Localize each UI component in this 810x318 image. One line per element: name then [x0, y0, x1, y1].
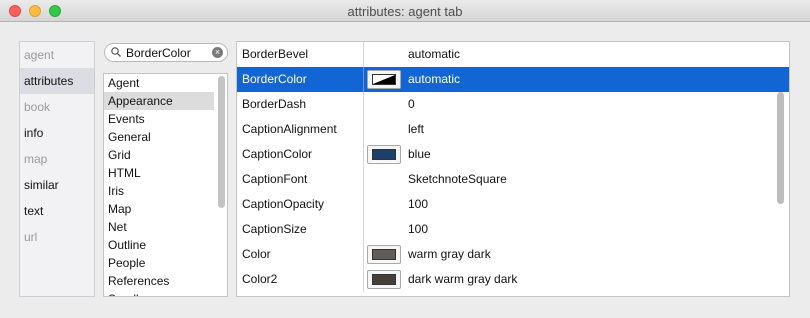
attribute-row[interactable]: CaptionAlignment left — [237, 117, 789, 142]
attribute-name: Color2 — [242, 272, 278, 286]
attribute-table-scrollbar[interactable] — [777, 92, 784, 204]
tab-text[interactable]: text — [20, 198, 94, 224]
window-title: attributes: agent tab — [347, 4, 463, 19]
attribute-value[interactable]: blue — [408, 142, 431, 167]
attribute-name: BorderDash — [242, 97, 307, 111]
color-swatch — [372, 149, 396, 160]
color-well[interactable] — [367, 245, 401, 264]
attributes-window: attributes: agent tab agent attributes boo… — [0, 0, 810, 318]
color-well[interactable] — [367, 270, 401, 289]
category-item[interactable]: General — [104, 128, 214, 146]
title-bar[interactable]: attributes: agent tab — [0, 0, 810, 22]
attribute-row[interactable]: CaptionSize 100 — [237, 217, 789, 242]
column-divider — [363, 267, 364, 292]
attribute-row[interactable]: Color2 dark warm gray dark — [237, 267, 789, 292]
category-item[interactable]: HTML — [104, 164, 214, 182]
attribute-value[interactable]: SketchnoteSquare — [408, 167, 507, 192]
attribute-name: CaptionOpacity — [242, 197, 325, 211]
attribute-value[interactable]: automatic — [408, 42, 460, 67]
attribute-name: BorderColor — [242, 72, 307, 86]
tab-book[interactable]: book — [20, 94, 94, 120]
tab-attributes[interactable]: attributes — [20, 68, 94, 94]
attribute-name: CaptionAlignment — [242, 122, 337, 136]
inspector-tab-list: agent attributes book info map similar text url — [19, 41, 95, 297]
color-swatch — [372, 274, 396, 285]
column-divider — [363, 42, 364, 67]
attribute-name: BorderBevel — [242, 47, 309, 61]
color-well[interactable] — [367, 145, 401, 164]
column-divider — [363, 167, 364, 192]
color-well[interactable] — [367, 70, 401, 89]
attribute-row[interactable]: CaptionFont SketchnoteSquare — [237, 167, 789, 192]
column-divider — [363, 92, 364, 117]
attribute-name: CaptionColor — [242, 147, 313, 161]
category-item[interactable]: Agent — [104, 74, 214, 92]
category-item[interactable]: References — [104, 272, 214, 290]
attribute-row[interactable]: BorderColor automatic — [237, 67, 789, 92]
attribute-row[interactable]: BorderDash 0 — [237, 92, 789, 117]
attribute-name: Color — [242, 247, 271, 261]
attribute-row[interactable]: BorderBevel automatic — [237, 42, 789, 67]
column-divider — [363, 192, 364, 217]
column-divider — [363, 142, 364, 167]
attribute-name: CaptionSize — [242, 222, 307, 236]
column-divider — [363, 217, 364, 242]
category-item[interactable]: Map — [104, 200, 214, 218]
category-item[interactable]: Outline — [104, 236, 214, 254]
category-list-scrollbar[interactable] — [218, 76, 225, 208]
search-icon — [111, 47, 121, 57]
category-item[interactable]: People — [104, 254, 214, 272]
category-item[interactable]: Appearance — [104, 92, 214, 110]
attribute-value[interactable]: 100 — [408, 192, 428, 217]
category-item[interactable]: Iris — [104, 182, 214, 200]
attribute-row[interactable]: CaptionColor blue — [237, 142, 789, 167]
column-divider — [363, 117, 364, 142]
clear-search-icon[interactable]: × — [212, 47, 223, 58]
column-divider — [363, 242, 364, 267]
attribute-value[interactable]: 0 — [408, 92, 415, 117]
tab-url[interactable]: url — [20, 224, 94, 250]
attribute-table: Color2 dark warm gray dark Color warm gray … — [236, 41, 790, 297]
attribute-value[interactable]: warm gray dark — [408, 242, 491, 267]
tab-similar[interactable]: similar — [20, 172, 94, 198]
attribute-value[interactable]: left — [408, 117, 424, 142]
attribute-value[interactable]: 100 — [408, 217, 428, 242]
color-swatch — [372, 249, 396, 260]
tab-agent[interactable]: agent — [20, 42, 94, 68]
color-swatch — [372, 74, 396, 85]
category-item[interactable]: Grid — [104, 146, 214, 164]
category-item[interactable]: Sandbox — [104, 290, 214, 296]
attribute-row[interactable]: CaptionOpacity 100 — [237, 192, 789, 217]
search-field[interactable]: × — [104, 43, 228, 62]
attribute-value[interactable]: dark warm gray dark — [408, 267, 517, 292]
search-input[interactable] — [126, 45, 208, 60]
tab-map[interactable]: map — [20, 146, 94, 172]
category-item[interactable]: Events — [104, 110, 214, 128]
attribute-value[interactable]: automatic — [408, 67, 460, 92]
category-item[interactable]: Net — [104, 218, 214, 236]
attribute-row[interactable]: Color warm gray dark — [237, 242, 789, 267]
tab-info[interactable]: info — [20, 120, 94, 146]
column-divider — [363, 67, 364, 92]
attribute-name: CaptionFont — [242, 172, 308, 186]
category-list: SandboxReferencesPeopleOutlineNetMapIris… — [103, 73, 228, 297]
